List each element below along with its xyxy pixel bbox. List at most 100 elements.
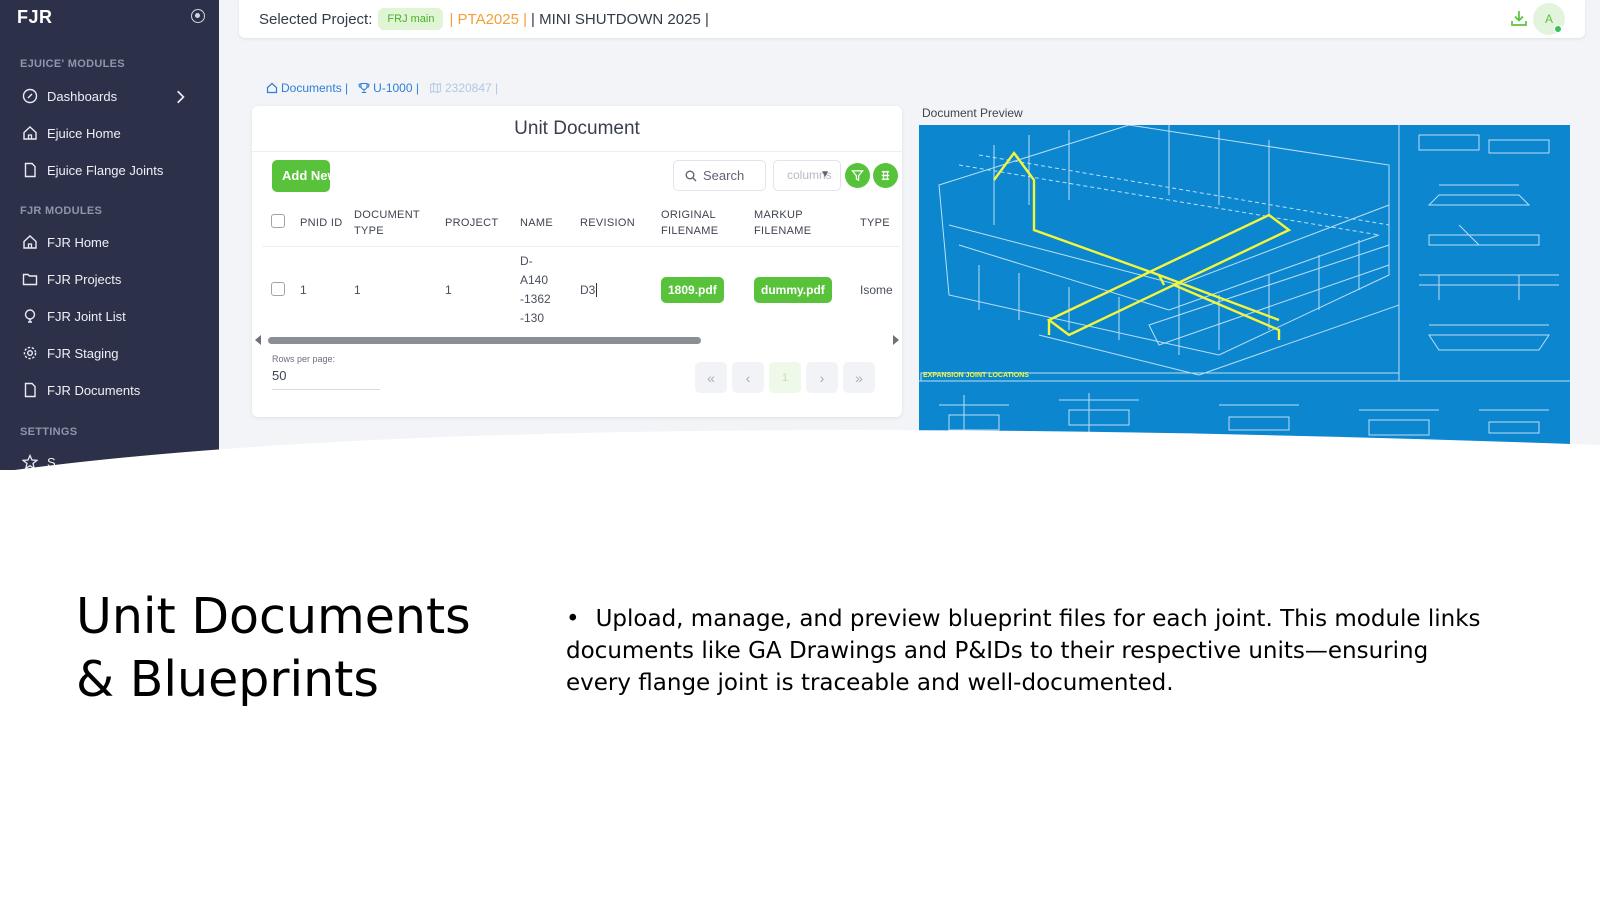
columns-select[interactable]: columns ▼: [773, 160, 841, 191]
rows-per-page-select[interactable]: 50: [272, 368, 380, 390]
sidebar-item-label: S: [47, 454, 56, 470]
home-icon: [266, 82, 278, 94]
sidebar-item-fjr-home[interactable]: FJR Home: [0, 227, 219, 257]
column-header[interactable]: DOCUMENT TYPE: [354, 201, 445, 247]
filter-icon: [851, 170, 864, 182]
brand-logo[interactable]: FJR: [17, 7, 53, 28]
slide-body-text: Upload, manage, and preview blueprint fi…: [566, 606, 1481, 696]
home-icon: [23, 126, 37, 140]
slide-title: Unit Documents & Blueprints: [76, 585, 471, 711]
slide-body: • Upload, manage, and preview blueprint f…: [566, 603, 1486, 699]
blueprint-preview[interactable]: EXPANSION JOINT LOCATIONS: [919, 125, 1570, 450]
section-title-ejuice: EJUICE' MODULES: [20, 58, 125, 70]
sidebar-item-settings[interactable]: S: [0, 447, 219, 470]
original-file-link[interactable]: 1809.pdf: [661, 277, 724, 304]
column-header[interactable]: PROJECT: [445, 201, 520, 247]
column-header[interactable]: NAME: [520, 201, 580, 247]
blueprint-caption: EXPANSION JOINT LOCATIONS: [923, 372, 1029, 379]
sidebar-item-label: FJR Staging: [47, 345, 119, 361]
revision-value: D3: [580, 283, 596, 298]
column-header[interactable]: PNID ID: [300, 201, 354, 247]
type-cell: Isome: [860, 283, 893, 298]
list-icon: [881, 170, 890, 181]
next-page-button[interactable]: ›: [806, 362, 838, 393]
bullet-marker: •: [566, 606, 580, 632]
gear-icon: [23, 346, 37, 360]
project-cell: 1: [445, 283, 452, 298]
name-line: A140: [520, 273, 549, 288]
current-page-button[interactable]: 1: [769, 362, 801, 393]
name-cell: D- A140 -1362 -130: [520, 246, 580, 334]
search-icon: [685, 170, 697, 181]
app-screenshot: FJR EJUICE' MODULES Dashboards Ejuice Ho…: [0, 0, 1600, 470]
chevron-right-icon: [177, 90, 185, 104]
download-icon[interactable]: [1509, 8, 1529, 28]
document-type-cell: 1: [354, 283, 361, 298]
sidebar-item-ejuice-flange-joints[interactable]: Ejuice Flange Joints: [0, 155, 219, 185]
sidebar-item-ejuice-home[interactable]: Ejuice Home: [0, 118, 219, 148]
column-header[interactable]: MARKUP FILENAME: [754, 201, 860, 247]
column-header[interactable]: REVISION: [580, 201, 661, 247]
name-line: -130: [520, 311, 545, 326]
trophy-icon: [358, 82, 370, 94]
last-page-button[interactable]: »: [843, 362, 875, 393]
sidebar-item-label: FJR Projects: [47, 271, 122, 287]
breadcrumb-label: U-1000 |: [373, 81, 419, 95]
select-all-checkbox[interactable]: [271, 213, 285, 228]
search-input[interactable]: Search: [673, 160, 766, 191]
original-filename-cell: 1809.pdf: [661, 246, 754, 334]
sidebar-item-fjr-documents[interactable]: FJR Documents: [0, 375, 219, 405]
breadcrumb-documents[interactable]: Documents |: [266, 81, 348, 95]
filter-button[interactable]: [845, 163, 870, 188]
sidebar: FJR EJUICE' MODULES Dashboards Ejuice Ho…: [0, 0, 219, 470]
columns-toggle-button[interactable]: [873, 163, 898, 188]
sidebar-item-label: Dashboards: [47, 88, 118, 104]
breadcrumb-document[interactable]: 2320847 |: [429, 81, 498, 95]
breadcrumb-label: Documents |: [281, 81, 349, 95]
star-icon: [22, 454, 38, 470]
horizontal-scrollbar[interactable]: [268, 337, 701, 344]
section-title-fjr: FJR MODULES: [20, 205, 103, 217]
slide-title-line: & Blueprints: [76, 651, 379, 708]
select-all-header: [262, 201, 300, 247]
documents-table: PNID ID DOCUMENT TYPE PROJECT NAME REVIS…: [262, 201, 900, 334]
sidebar-item-label: FJR Home: [47, 234, 110, 250]
sidebar-item-fjr-staging[interactable]: FJR Staging: [0, 338, 219, 368]
column-header[interactable]: ORIGINAL FILENAME: [661, 201, 754, 247]
scroll-left-arrow-icon[interactable]: [255, 335, 261, 345]
blueprint-drawing: EXPANSION JOINT LOCATIONS: [919, 125, 1570, 445]
row-checkbox[interactable]: [271, 281, 285, 296]
search-label: Search: [703, 168, 745, 183]
slide-title-line: Unit Documents: [76, 588, 471, 645]
table-row[interactable]: 1 1 1 D- A140 -1362 -130 D3 1809.pdf dum…: [262, 246, 900, 334]
breadcrumb-unit[interactable]: U-1000 |: [358, 81, 419, 95]
chevron-down-icon: ▼: [820, 169, 830, 180]
project-badge[interactable]: FRJ main: [378, 8, 444, 30]
avatar[interactable]: A: [1533, 3, 1565, 35]
breadcrumb: Documents | U-1000 | 2320847 |: [266, 81, 508, 95]
pagination: « ‹ 1 › »: [695, 362, 880, 393]
add-new-button[interactable]: Add New: [272, 160, 330, 192]
folder-icon: [22, 273, 38, 286]
file-icon: [24, 382, 36, 398]
sidebar-item-label: FJR Joint List: [47, 308, 126, 324]
column-header[interactable]: TYPE: [860, 201, 900, 247]
markup-file-link[interactable]: dummy.pdf: [754, 277, 832, 304]
sidebar-item-label: FJR Documents: [47, 382, 141, 398]
sidebar-toggle-icon[interactable]: [191, 9, 205, 23]
first-page-button[interactable]: «: [695, 362, 727, 393]
prev-page-button[interactable]: ‹: [732, 362, 764, 393]
unit-document-card: Unit Document Add New Search columns ▼: [252, 106, 902, 417]
bulb-icon: [24, 309, 36, 323]
revision-cell[interactable]: D3: [580, 246, 661, 334]
sidebar-item-fjr-projects[interactable]: FJR Projects: [0, 264, 219, 294]
markup-filename-cell: dummy.pdf: [754, 246, 860, 334]
sidebar-item-label: Ejuice Home: [47, 125, 121, 141]
project-code: | PTA2025 |: [449, 10, 528, 28]
document-preview-label: Document Preview: [922, 106, 1023, 120]
sidebar-item-dashboards[interactable]: Dashboards: [0, 81, 219, 111]
slide-canvas: FJR EJUICE' MODULES Dashboards Ejuice Ho…: [0, 0, 1600, 900]
rows-per-page-label: Rows per page:: [272, 354, 336, 364]
scroll-right-arrow-icon[interactable]: [893, 335, 899, 345]
sidebar-item-fjr-joint-list[interactable]: FJR Joint List: [0, 301, 219, 331]
